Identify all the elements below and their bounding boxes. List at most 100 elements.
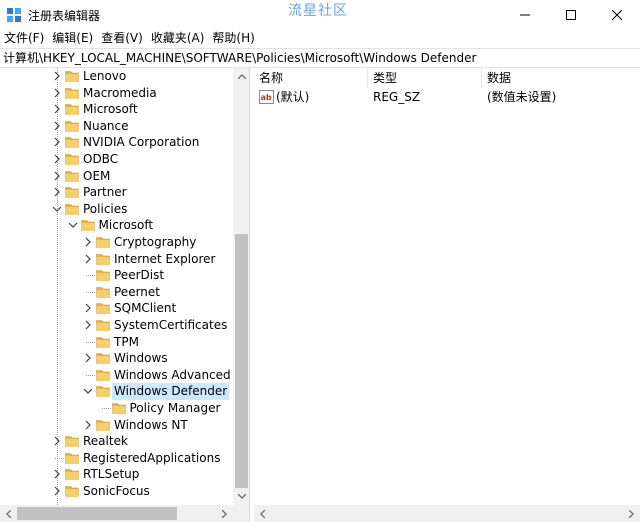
tree-item-label: Internet Explorer: [114, 251, 216, 266]
address-bar[interactable]: 计算机\HKEY_LOCAL_MACHINE\SOFTWARE\Policies…: [0, 48, 640, 68]
folder-icon: [96, 320, 110, 331]
chevron-right-icon[interactable]: [52, 436, 62, 446]
tree-item[interactable]: Windows Advanced T: [0, 367, 233, 384]
tree-item[interactable]: TPM: [0, 334, 233, 351]
folder-icon: [96, 286, 110, 298]
close-button[interactable]: [594, 0, 640, 30]
folder-icon: [65, 452, 79, 464]
scroll-down-arrow-icon[interactable]: [233, 488, 249, 505]
folder-icon: [65, 203, 79, 215]
menu-help[interactable]: 帮助(H): [208, 30, 258, 48]
folder-icon: [96, 386, 110, 398]
tree-horizontal-scroll-thumb[interactable]: [17, 507, 177, 520]
maximize-icon: [566, 10, 576, 20]
menu-favorites[interactable]: 收藏夹(A): [147, 30, 209, 48]
tree-item-label: Windows NT: [114, 417, 188, 432]
tree-item[interactable]: Windows Defender: [0, 383, 233, 400]
tree-item[interactable]: Partner: [0, 184, 233, 201]
chevron-right-icon[interactable]: [83, 320, 93, 330]
chevron-down-icon[interactable]: [68, 220, 78, 230]
menu-file[interactable]: 文件(F): [0, 30, 48, 48]
scroll-left-arrow-icon[interactable]: [0, 505, 17, 522]
chevron-right-icon[interactable]: [83, 303, 93, 313]
scroll-right-arrow-icon[interactable]: [216, 505, 233, 522]
column-header-name[interactable]: 名称: [254, 68, 283, 88]
folder-icon: [96, 253, 110, 265]
tree-item[interactable]: NVIDIA Corporation: [0, 134, 233, 151]
key-tree-pane: Lenovo Macromedia Microsoft Nuance NVIDIA Co…: [0, 68, 250, 522]
minimize-icon: [520, 14, 530, 16]
tree-vertical-scroll-thumb[interactable]: [235, 234, 248, 488]
chevron-down-icon[interactable]: [83, 386, 93, 396]
folder-icon: [96, 369, 110, 381]
folder-icon: [65, 436, 79, 447]
scroll-left-arrow-icon[interactable]: [254, 505, 271, 522]
window-title: 注册表编辑器: [28, 9, 101, 23]
tree-item[interactable]: SonicFocus: [0, 483, 233, 500]
folder-icon: [65, 187, 79, 198]
chevron-right-icon[interactable]: [83, 237, 93, 247]
column-header-data[interactable]: 数据: [482, 68, 511, 88]
tree-item[interactable]: ODBC: [0, 151, 233, 168]
tree-item[interactable]: Realtek: [0, 433, 233, 450]
tree-item-label: Microsoft: [83, 102, 138, 117]
tree-guide-line: [86, 341, 95, 343]
list-header: 名称 类型 数据: [254, 68, 640, 88]
chevron-right-icon[interactable]: [83, 254, 93, 264]
tree-item[interactable]: Cryptography: [0, 234, 233, 251]
chevron-right-icon[interactable]: [83, 353, 93, 363]
tree-item[interactable]: OEM: [0, 168, 233, 185]
tree-horizontal-scrollbar[interactable]: [0, 505, 233, 522]
tree-item[interactable]: Nuance: [0, 118, 233, 135]
chevron-right-icon[interactable]: [52, 121, 62, 131]
tree-item[interactable]: Peernet: [0, 284, 233, 301]
tree-item-label: RegisteredApplications: [83, 450, 221, 465]
tree-vertical-scrollbar[interactable]: [233, 68, 249, 505]
chevron-right-icon[interactable]: [52, 171, 62, 181]
tree-item-label: NVIDIA Corporation: [83, 135, 200, 150]
tree-item-label: Windows Defender: [112, 383, 230, 400]
tree-item[interactable]: Lenovo: [0, 68, 233, 85]
tree-item[interactable]: Windows: [0, 350, 233, 367]
chevron-right-icon[interactable]: [52, 187, 62, 197]
scroll-up-arrow-icon[interactable]: [233, 68, 249, 85]
column-header-type[interactable]: 类型: [368, 68, 397, 88]
tree-item[interactable]: Microsoft: [0, 217, 233, 234]
chevron-right-icon[interactable]: [52, 154, 62, 164]
minimize-button[interactable]: [502, 0, 548, 30]
tree-item-label: Partner: [83, 185, 127, 200]
chevron-right-icon[interactable]: [52, 104, 62, 114]
chevron-right-icon[interactable]: [52, 88, 62, 98]
list-item[interactable]: ab (默认) REG_SZ (数值未设置): [254, 88, 640, 106]
tree-item[interactable]: SystemCertificates: [0, 317, 233, 334]
scroll-right-arrow-icon[interactable]: [623, 505, 640, 522]
maximize-button[interactable]: [548, 0, 594, 30]
chevron-right-icon[interactable]: [52, 137, 62, 147]
value-type: REG_SZ: [373, 90, 421, 104]
list-horizontal-scrollbar[interactable]: [254, 505, 640, 522]
tree-item[interactable]: Policy Manager: [0, 400, 233, 417]
tree-item[interactable]: RTLSetup: [0, 466, 233, 483]
tree-item-label: PeerDist: [114, 268, 165, 283]
chevron-right-icon[interactable]: [83, 420, 93, 430]
chevron-down-icon[interactable]: [52, 204, 62, 214]
tree-item[interactable]: SQMClient: [0, 300, 233, 317]
tree-item[interactable]: Microsoft: [0, 101, 233, 118]
tree-item[interactable]: PeerDist: [0, 267, 233, 284]
tree-item-label: Lenovo: [83, 69, 127, 83]
tree-item[interactable]: RegisteredApplications: [0, 450, 233, 467]
tree-item[interactable]: Policies: [0, 201, 233, 218]
tree-item[interactable]: Windows NT: [0, 417, 233, 434]
folder-icon: [96, 419, 110, 431]
menu-view[interactable]: 查看(V): [97, 30, 147, 48]
chevron-right-icon[interactable]: [52, 71, 62, 81]
menu-edit[interactable]: 编辑(E): [48, 30, 97, 48]
title-bar: 注册表编辑器 流星社区: [0, 0, 640, 30]
chevron-right-icon[interactable]: [52, 486, 62, 496]
chevron-right-icon[interactable]: [52, 469, 62, 479]
tree-item[interactable]: Internet Explorer: [0, 251, 233, 268]
tree-guide-line: [55, 457, 64, 459]
folder-icon: [65, 137, 79, 149]
tree-item[interactable]: Macromedia: [0, 85, 233, 102]
registry-editor-icon: [7, 8, 21, 22]
